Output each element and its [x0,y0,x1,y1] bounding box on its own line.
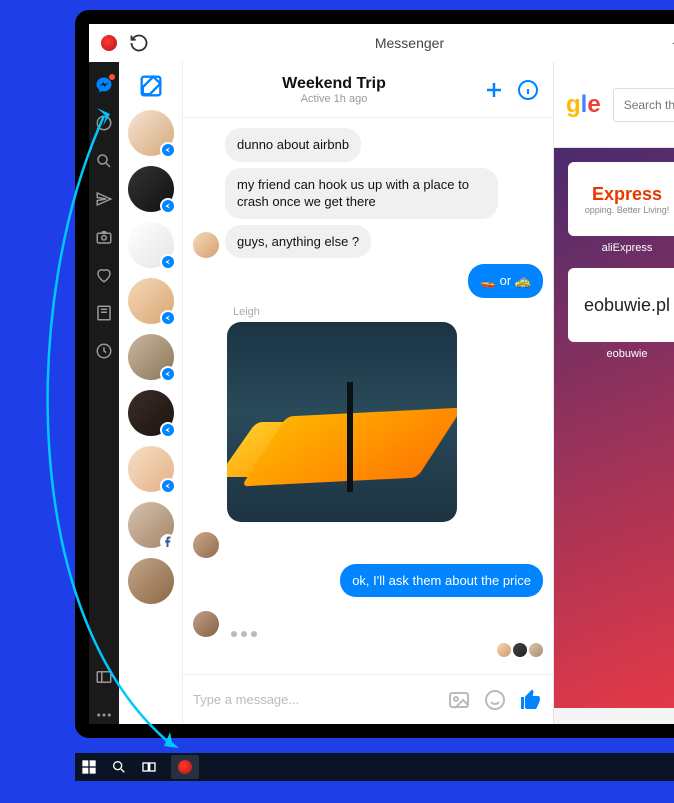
message-avatar [193,532,219,558]
speed-dial-background: gle Express opping. Better Living! aliEx… [554,62,674,724]
taskbar-search-icon[interactable] [111,759,127,775]
chat-header: Weekend Trip Active 1h ago [183,62,553,118]
message-avatar [193,611,219,637]
conversation-avatar[interactable] [128,222,174,268]
message-input[interactable] [193,692,435,707]
task-view-icon[interactable] [141,759,157,775]
refresh-button[interactable] [129,33,149,53]
send-icon[interactable] [95,190,113,208]
add-people-button[interactable] [481,77,507,103]
messenger-panel: Weekend Trip Active 1h ago dunno about a… [119,62,554,724]
taskbar-opera-app[interactable] [171,755,199,779]
tile-label: eobuwie [568,348,674,360]
conversation-avatar[interactable] [128,502,174,548]
message-bubble-sent: ok, I'll ask them about the price [340,564,543,598]
typing-indicator [231,631,257,637]
start-button[interactable] [81,759,97,775]
chat-title: Weekend Trip [195,75,473,93]
bookmark-icon[interactable] [95,304,113,322]
like-button[interactable] [519,688,543,712]
image-message[interactable] [227,322,457,522]
heart-icon[interactable] [95,266,113,284]
notification-dot [108,73,116,81]
photo-button[interactable] [447,688,471,712]
conversation-list [119,62,183,724]
tile-subtitle: opping. Better Living! [585,205,670,215]
speed-dial-tile[interactable]: eobuwie.pl [568,268,674,342]
conversation-avatar[interactable] [128,390,174,436]
camera-icon[interactable] [95,228,113,246]
search-icon[interactable] [95,152,113,170]
sidebar-toggle-icon[interactable] [95,668,113,686]
history-icon[interactable] [95,342,113,360]
browser-sidebar [89,62,119,724]
chat-subtitle: Active 1h ago [195,93,473,105]
conversation-avatar[interactable] [128,334,174,380]
message-bubble: dunno about airbnb [225,128,361,162]
message-bubble: my friend can hook us up with a place to… [225,168,498,219]
conversation-avatar[interactable] [128,558,174,604]
messenger-sidebar-button[interactable] [95,76,113,94]
info-button[interactable] [515,77,541,103]
tile-label: aliExpress [568,242,674,254]
whatsapp-icon[interactable] [95,114,113,132]
message-avatar [193,232,219,258]
search-input[interactable] [613,88,674,122]
google-logo: gle [566,91,601,119]
opera-icon [101,35,117,51]
message-list: dunno about airbnb my friend can hook us… [183,118,553,674]
tile-title: eobuwie.pl [584,295,670,316]
message-composer [183,674,553,724]
tile-title: Express [592,184,662,205]
pin-button[interactable] [670,34,674,52]
emoji-button[interactable] [483,688,507,712]
conversation-avatar[interactable] [128,278,174,324]
sender-name: Leigh [233,306,543,318]
conversation-avatar[interactable] [128,446,174,492]
conversation-avatar[interactable] [128,110,174,156]
message-bubble-sent: 🚤 or 🚕 [468,264,543,298]
windows-taskbar [75,753,674,781]
message-bubble: guys, anything else ? [225,225,371,259]
browser-top-bar: Messenger [89,24,674,62]
speed-dial-tile[interactable]: Express opping. Better Living! [568,162,674,236]
browser-title: Messenger [161,35,658,51]
compose-button[interactable] [137,72,165,100]
conversation-avatar[interactable] [128,166,174,212]
more-icon[interactable] [95,706,113,724]
seen-indicators [193,643,543,657]
